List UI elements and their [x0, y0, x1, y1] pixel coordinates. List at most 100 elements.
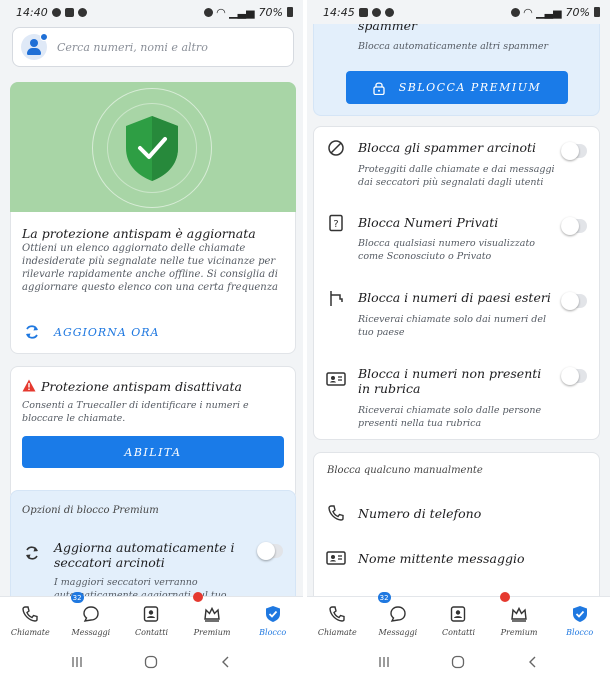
auto-update-icon	[26, 546, 38, 560]
nav-contacts-label: Contatti	[134, 628, 169, 637]
messages-badge: 32	[377, 592, 391, 603]
nav-contacts[interactable]: Contatti	[428, 597, 489, 644]
premium-upsell-body: Blocca automaticamente altri spammer	[358, 41, 549, 52]
status-time: 14:45	[323, 5, 355, 19]
option-known-spammers-body: Proteggiti dalle chiamate e dai messaggi…	[358, 164, 555, 188]
nav-calls-label: Chiamate	[317, 628, 357, 637]
manual-block-header: Blocca qualcuno manualmente	[327, 465, 483, 476]
unknown-number-icon: ?	[329, 214, 343, 232]
recent-apps-icon[interactable]	[69, 655, 85, 669]
auto-update-toggle[interactable]	[257, 542, 283, 560]
alarm-icon	[510, 7, 520, 17]
bottom-nav: Chiamate 32 Messaggi Contatti Premium Bl…	[0, 592, 303, 644]
status-time: 14:40	[16, 5, 48, 19]
phone-icon	[328, 505, 344, 521]
unlock-premium-label: SBLOCCA PREMIUM	[398, 81, 542, 94]
battery-icon	[594, 7, 600, 17]
crown-icon	[511, 606, 527, 622]
bottom-nav: Chiamate 32 Messaggi Contatti Premium Bl…	[307, 592, 610, 644]
option-non-contacts-title: Blocca i numeri non presenti in rubrica	[358, 366, 542, 396]
update-now-link[interactable]: AGGIORNA ORA	[54, 326, 159, 339]
status-bar: 14:40 ◠ ▁▃▅ 70%	[0, 0, 303, 24]
option-known-spammers-title: Blocca gli spammer arcinoti	[358, 140, 537, 155]
option-known-spammers-toggle[interactable]	[561, 142, 587, 160]
phone-icon	[22, 606, 38, 622]
refresh-icon	[26, 325, 38, 339]
whatsapp-icon	[371, 7, 381, 17]
option-foreign-numbers-toggle[interactable]	[561, 292, 587, 310]
premium-dot	[499, 592, 510, 602]
screen-left: 14:40 ◠ ▁▃▅ 70% La pr	[0, 0, 303, 680]
nav-contacts[interactable]: Contatti	[121, 597, 182, 644]
signal-icon: ▁▃▅	[536, 5, 562, 19]
option-non-contacts-toggle[interactable]	[561, 367, 587, 385]
message-icon	[83, 606, 99, 622]
shield-check-icon	[265, 606, 280, 622]
home-icon[interactable]	[143, 655, 159, 669]
update-card-title: La protezione antispam è aggiornata	[22, 226, 256, 241]
battery-percent: 70%	[258, 5, 283, 19]
gallery-icon	[64, 7, 74, 17]
nav-block[interactable]: Blocco	[549, 597, 610, 644]
hero-banner	[10, 82, 296, 212]
back-icon[interactable]	[525, 655, 541, 669]
whatsapp-icon	[51, 7, 61, 17]
nav-block-label: Blocco	[259, 628, 287, 637]
search-input[interactable]	[57, 40, 293, 54]
recent-apps-icon[interactable]	[376, 655, 392, 669]
search-bar[interactable]	[12, 27, 294, 67]
block-tab-content[interactable]: La protezione antispam è aggiornata Otti…	[0, 24, 303, 596]
nav-block-label: Blocco	[566, 628, 594, 637]
screen-right: 14:45 ◠ ▁▃▅ 70% spammer Blocca automatic…	[307, 0, 610, 680]
contacts-icon	[451, 606, 466, 622]
premium-partial-title: spammer	[358, 24, 417, 33]
phone-icon	[329, 606, 345, 622]
nav-block[interactable]: Blocco	[242, 597, 303, 644]
contact-card-icon	[326, 372, 346, 386]
warning-title: Protezione antispam disattivata	[41, 379, 242, 394]
premium-options-header: Opzioni di blocco Premium	[22, 505, 159, 516]
sender-icon	[326, 551, 346, 565]
manual-block-phone-label: Numero di telefono	[358, 506, 482, 521]
shield-check-icon	[126, 116, 178, 181]
battery-percent: 70%	[565, 5, 590, 19]
wifi-icon: ◠	[523, 5, 533, 19]
manual-block-sender-row[interactable]: Nome mittente messaggio	[313, 539, 600, 577]
avatar[interactable]	[21, 33, 48, 60]
flag-icon	[330, 291, 343, 306]
block-tab-content[interactable]: spammer Blocca automaticamente altri spa…	[307, 24, 610, 596]
nav-calls[interactable]: Chiamate	[307, 597, 368, 644]
nav-messages[interactable]: 32 Messaggi	[61, 592, 122, 644]
signal-icon: ▁▃▅	[229, 5, 255, 19]
lock-icon	[373, 81, 385, 95]
nav-premium-label: Premium	[500, 628, 538, 637]
nav-messages[interactable]: 32 Messaggi	[368, 592, 429, 644]
alarm-icon	[203, 7, 213, 17]
option-private-numbers-body: Blocca qualsiasi numero visualizzato com…	[358, 238, 535, 262]
svg-text:?: ?	[333, 219, 338, 230]
message-icon	[390, 606, 406, 622]
nav-premium[interactable]: Premium	[182, 592, 243, 644]
back-icon[interactable]	[218, 655, 234, 669]
option-private-numbers-toggle[interactable]	[561, 217, 587, 235]
nav-contacts-label: Contatti	[441, 628, 476, 637]
shield-check-icon	[572, 606, 587, 622]
nav-messages-label: Messaggi	[378, 628, 418, 637]
update-card-body: Ottieni un elenco aggiornato delle chiam…	[22, 243, 278, 293]
enable-button[interactable]: ABILITA	[22, 436, 284, 468]
system-nav	[307, 644, 610, 680]
warning-icon	[22, 379, 36, 392]
home-icon[interactable]	[450, 655, 466, 669]
system-nav	[0, 644, 303, 680]
nav-messages-label: Messaggi	[71, 628, 111, 637]
unlock-premium-button[interactable]: SBLOCCA PREMIUM	[346, 71, 568, 104]
status-bar: 14:45 ◠ ▁▃▅ 70%	[307, 0, 610, 24]
option-private-numbers-title: Blocca Numeri Privati	[358, 215, 499, 230]
manual-block-phone-row[interactable]: Numero di telefono	[313, 494, 600, 532]
nav-premium[interactable]: Premium	[489, 592, 550, 644]
option-non-contacts-body: Riceverai chiamate solo dalle persone pr…	[358, 405, 542, 429]
nav-premium-label: Premium	[193, 628, 231, 637]
wifi-icon: ◠	[216, 5, 226, 19]
contacts-icon	[144, 606, 159, 622]
nav-calls[interactable]: Chiamate	[0, 597, 61, 644]
